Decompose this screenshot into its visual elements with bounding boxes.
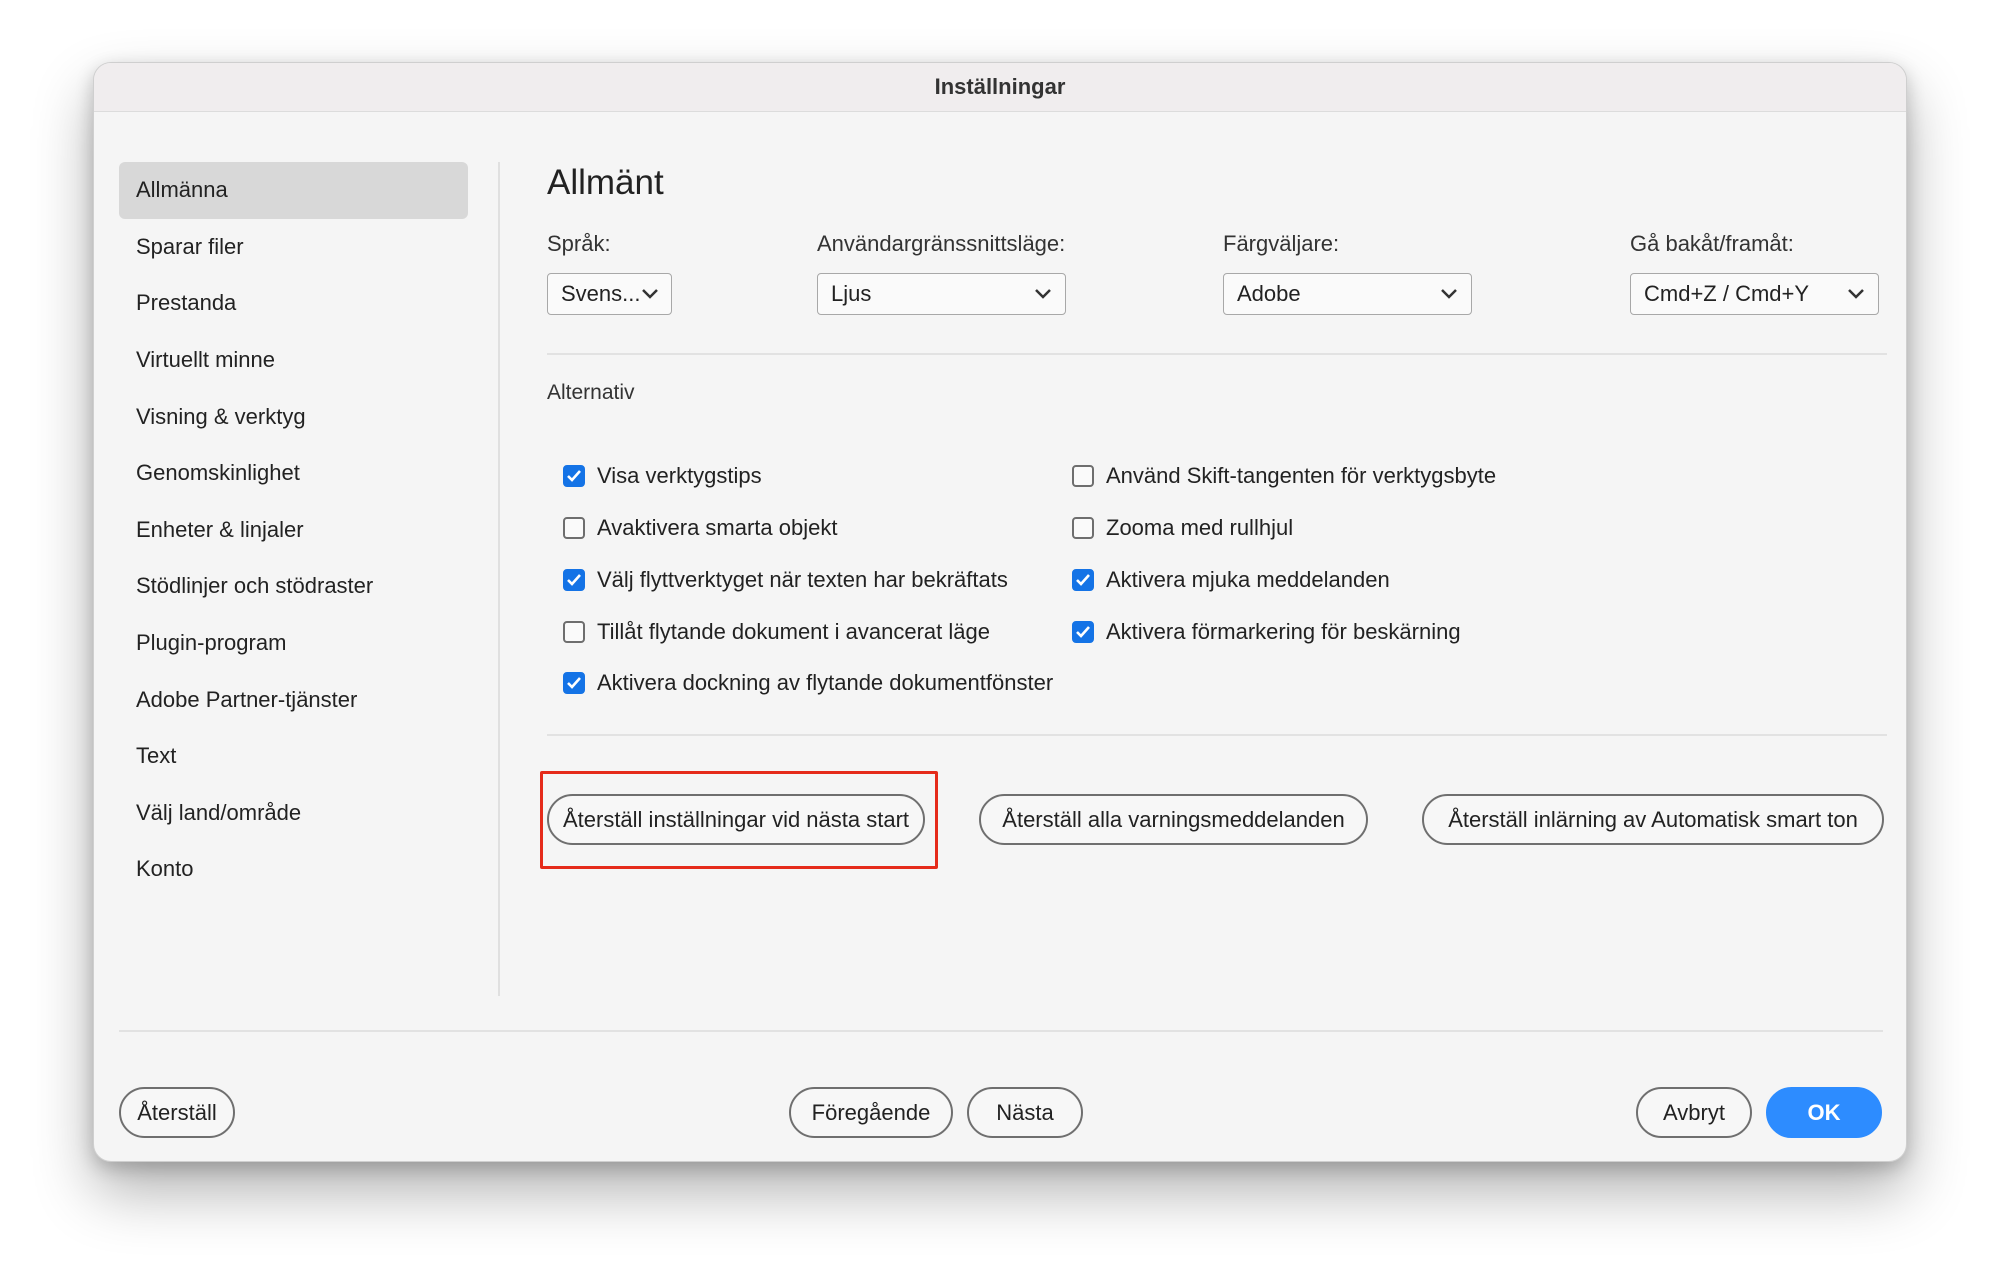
reset-auto-smart-tone-button[interactable]: Återställ inlärning av Automatisk smart …: [1422, 794, 1884, 845]
divider: [547, 353, 1887, 355]
language-select[interactable]: Svens...: [547, 273, 672, 315]
checkbox-label: Aktivera mjuka meddelanden: [1106, 567, 1390, 592]
checkbox-label: Använd Skift-tangenten för verktygsbyte: [1106, 463, 1497, 488]
ui-mode-select[interactable]: Ljus: [817, 273, 1066, 315]
sidebar-divider: [498, 162, 500, 996]
checkbox-floating-docking[interactable]: Aktivera dockning av flytande dokumentfö…: [563, 670, 1053, 696]
checkbox-label: Tillåt flytande dokument i avancerat läg…: [597, 619, 990, 644]
checkbox-show-tooltips[interactable]: Visa verktygstips: [563, 463, 762, 489]
checkbox-label: Aktivera förmarkering för beskärning: [1106, 619, 1461, 644]
ui-mode-value: Ljus: [831, 281, 872, 306]
checkmark-icon: [563, 465, 585, 487]
chevron-down-icon: [1846, 284, 1866, 304]
sidebar-item-general[interactable]: Allmänna: [119, 162, 468, 219]
sidebar-item-performance[interactable]: Prestanda: [119, 275, 468, 332]
checkbox-disable-smart-objects[interactable]: Avaktivera smarta objekt: [563, 515, 837, 541]
sidebar-item-scratch-disks[interactable]: Virtuellt minne: [119, 332, 468, 389]
options-heading: Alternativ: [547, 381, 635, 404]
language-field: Språk: Svens...: [547, 231, 672, 315]
checkbox-crop-preselection[interactable]: Aktivera förmarkering för beskärning: [1072, 619, 1461, 645]
sidebar-item-partner-services[interactable]: Adobe Partner-tjänster: [119, 671, 468, 728]
ui-mode-field: Användargränssnittsläge: Ljus: [817, 231, 1066, 315]
reset-preferences-on-quit-button[interactable]: Återställ inställningar vid nästa start: [547, 794, 925, 845]
preferences-dialog: Inställningar Allmänna Sparar filer Pres…: [93, 62, 1907, 1162]
undo-redo-label: Gå bakåt/framåt:: [1630, 231, 1794, 256]
checkbox-label: Zooma med rullhjul: [1106, 515, 1294, 540]
checkmark-icon: [1072, 569, 1094, 591]
divider: [547, 734, 1887, 736]
sidebar-item-account[interactable]: Konto: [119, 841, 468, 898]
chevron-down-icon: [640, 284, 659, 304]
checkbox-shift-tool-switch[interactable]: Använd Skift-tangenten för verktygsbyte: [1072, 463, 1496, 489]
checkbox-label: Aktivera dockning av flytande dokumentfö…: [597, 670, 1054, 695]
undo-redo-field: Gå bakåt/framåt: Cmd+Z / Cmd+Y: [1630, 231, 1879, 315]
color-picker-value: Adobe: [1237, 281, 1301, 306]
checkbox-label: Välj flyttverktyget när texten har bekrä…: [597, 567, 1008, 592]
color-picker-label: Färgväljare:: [1223, 231, 1340, 256]
checkbox-soft-notifications[interactable]: Aktivera mjuka meddelanden: [1072, 567, 1390, 593]
language-value: Svens...: [561, 281, 641, 306]
ui-mode-label: Användargränssnittsläge:: [817, 231, 1066, 256]
checkbox-empty-icon: [563, 621, 585, 643]
checkbox-empty-icon: [1072, 465, 1094, 487]
checkbox-label: Avaktivera smarta objekt: [597, 515, 838, 540]
color-picker-select[interactable]: Adobe: [1223, 273, 1472, 315]
previous-button[interactable]: Föregående: [789, 1087, 953, 1138]
language-label: Språk:: [547, 231, 611, 256]
sidebar-item-guides-grid[interactable]: Stödlinjer och stödraster: [119, 558, 468, 615]
checkbox-empty-icon: [1072, 517, 1094, 539]
sidebar-item-file-handling[interactable]: Sparar filer: [119, 219, 468, 276]
undo-redo-select[interactable]: Cmd+Z / Cmd+Y: [1630, 273, 1879, 315]
main-panel: Allmänt Språk: Svens... Användargränssni…: [540, 63, 1887, 1161]
cancel-button[interactable]: Avbryt: [1636, 1087, 1752, 1138]
sidebar: Allmänna Sparar filer Prestanda Virtuell…: [119, 162, 468, 898]
next-button[interactable]: Nästa: [967, 1087, 1083, 1138]
checkbox-label: Visa verktygstips: [597, 463, 762, 488]
reset-button[interactable]: Återställ: [119, 1087, 235, 1138]
page-title: Allmänt: [547, 163, 664, 202]
chevron-down-icon: [1033, 284, 1053, 304]
sidebar-item-plugins[interactable]: Plugin-program: [119, 615, 468, 672]
checkmark-icon: [563, 569, 585, 591]
sidebar-item-transparency[interactable]: Genomskinlighet: [119, 445, 468, 502]
sidebar-item-units-rulers[interactable]: Enheter & linjaler: [119, 502, 468, 559]
checkbox-empty-icon: [563, 517, 585, 539]
checkbox-floating-documents[interactable]: Tillåt flytande dokument i avancerat läg…: [563, 619, 990, 645]
checkmark-icon: [1072, 621, 1094, 643]
sidebar-item-tools[interactable]: Visning & verktyg: [119, 388, 468, 445]
ok-button[interactable]: OK: [1766, 1087, 1882, 1138]
sidebar-item-region[interactable]: Välj land/område: [119, 785, 468, 842]
chevron-down-icon: [1439, 284, 1459, 304]
checkmark-icon: [563, 672, 585, 694]
footer-divider: [119, 1030, 1883, 1032]
color-picker-field: Färgväljare: Adobe: [1223, 231, 1472, 315]
checkbox-move-tool-after-commit[interactable]: Välj flyttverktyget när texten har bekrä…: [563, 567, 1008, 593]
sidebar-item-type[interactable]: Text: [119, 728, 468, 785]
undo-redo-value: Cmd+Z / Cmd+Y: [1644, 281, 1810, 306]
reset-warnings-button[interactable]: Återställ alla varningsmeddelanden: [979, 794, 1368, 845]
checkbox-zoom-scroll-wheel[interactable]: Zooma med rullhjul: [1072, 515, 1293, 541]
